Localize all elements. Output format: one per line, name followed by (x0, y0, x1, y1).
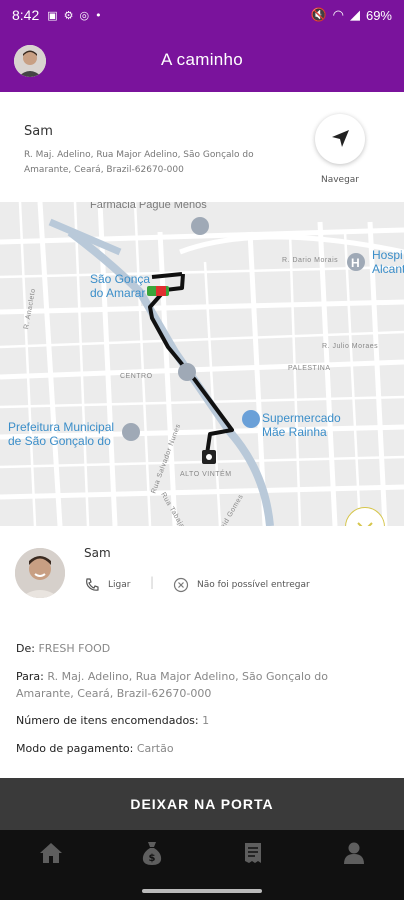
map-label-hospital: Hospi Alcant (372, 248, 404, 276)
home-icon (39, 843, 62, 863)
from-label: De: (16, 642, 35, 655)
signal-icon: ◢ (349, 7, 360, 22)
leave-at-door-button[interactable]: DEIXAR NA PORTA (0, 778, 404, 830)
payment-row: Modo de pagamento: Cartão (16, 740, 388, 757)
navigate-label: Navegar (320, 175, 360, 185)
nav-orders[interactable] (233, 833, 273, 873)
svg-text:$: $ (148, 853, 155, 864)
items-value: 1 (202, 714, 210, 727)
map-label-pharmacy: Farmácia Pague Menos (90, 202, 207, 211)
map-label-supermercado: Supermercado Mãe Rainha (262, 411, 341, 439)
mute-icon: 🔇 (310, 7, 327, 22)
map-label-city: São Gonça do Amarar (90, 272, 150, 300)
from-row: De: FRESH FOOD (16, 640, 388, 657)
svg-text:H: H (351, 256, 360, 270)
courier-name: Sam (84, 546, 111, 560)
map-label-prefeitura: Prefeitura Municipal de São Gonçalo do (8, 420, 114, 448)
items-row: Número de itens encomendados: 1 (16, 712, 388, 729)
map-label-street-dario: R. Dario Morais (282, 257, 339, 264)
page-title: A caminho (160, 50, 244, 69)
navigation-arrow-icon (332, 130, 349, 147)
map-label-palestina: PALESTINA (288, 365, 331, 372)
items-label: Número de itens encomendados: (16, 714, 199, 727)
map-label-hospital-line2: Alcant (372, 262, 404, 276)
app-header: A caminho (0, 30, 404, 92)
order-details: De: FRESH FOOD Para: R. Maj. Adelino, Ru… (0, 626, 404, 778)
recipient-name: Sam (24, 124, 53, 139)
map-label-city-line2: do Amarar (90, 286, 146, 300)
courier-section: Sam Ligar | Não foi possível entregar (0, 526, 404, 626)
courier-avatar (15, 548, 65, 598)
status-bar: 8:42 ▣ ⚙ ◎ • 🔇 ◠ ◢ 69% (0, 0, 404, 30)
from-value: FRESH FOOD (38, 642, 111, 655)
notification-icons: ▣ ⚙ ◎ • (47, 9, 101, 22)
status-time: 8:42 (12, 7, 40, 23)
nav-profile[interactable] (334, 833, 374, 873)
home-gesture-bar[interactable] (142, 889, 262, 893)
dot-notification-icon: • (95, 8, 102, 22)
map-label-prefeitura-line1: Prefeitura Municipal (8, 420, 115, 434)
status-right: 🔇 ◠ ◢ 69% (310, 7, 392, 23)
battery-percent: 69% (365, 7, 392, 23)
call-label: Ligar (108, 580, 131, 590)
map-label-supermercado-line1: Supermercado (262, 411, 341, 425)
payment-value: Cartão (136, 742, 174, 755)
action-divider: | (150, 575, 155, 589)
profile-icon (343, 842, 364, 864)
map-label-prefeitura-line2: de São Gonçalo do (8, 434, 111, 448)
recipient-card: Sam R. Maj. Adelino, Rua Major Adelino, … (0, 94, 404, 202)
to-row: Para: R. Maj. Adelino, Rua Major Adelino… (16, 668, 388, 702)
wifi-icon: ◠ (332, 7, 344, 22)
map-label-centro: CENTRO (120, 373, 153, 380)
map-label-alto-vintem: ALTO VINTÉM (180, 471, 232, 478)
bottom-nav: $ (0, 830, 404, 876)
phone-icon (86, 578, 99, 591)
route-map[interactable]: H Farmácia Pague Menos São Gonça do Amar… (0, 202, 404, 526)
delivery-failed-button[interactable]: Não foi possível entregar (173, 577, 310, 593)
settings-notification-icon: ⚙ (63, 8, 74, 22)
map-label-hospital-line1: Hospi (372, 248, 403, 262)
target-notification-icon: ◎ (79, 8, 90, 22)
payment-label: Modo de pagamento: (16, 742, 134, 755)
navigate-button[interactable] (315, 114, 365, 164)
to-label: Para: (16, 670, 44, 683)
map-label-city-line1: São Gonça (90, 272, 151, 286)
map-label-supermercado-line2: Mãe Rainha (262, 425, 327, 439)
close-circle-icon (173, 577, 189, 593)
nav-home[interactable] (31, 833, 71, 873)
map-label-street-julio: R. Julio Moraes (322, 343, 379, 350)
money-bag-icon: $ (142, 842, 161, 865)
receipt-icon (244, 843, 261, 863)
gesture-area (0, 876, 404, 900)
recipient-address: R. Maj. Adelino, Rua Major Adelino, São … (24, 150, 254, 175)
to-value: R. Maj. Adelino, Rua Major Adelino, São … (16, 670, 329, 700)
delivery-failed-label: Não foi possível entregar (197, 580, 310, 590)
nav-earnings[interactable]: $ (132, 833, 172, 873)
call-button[interactable]: Ligar (84, 577, 130, 593)
image-notification-icon: ▣ (47, 8, 58, 22)
